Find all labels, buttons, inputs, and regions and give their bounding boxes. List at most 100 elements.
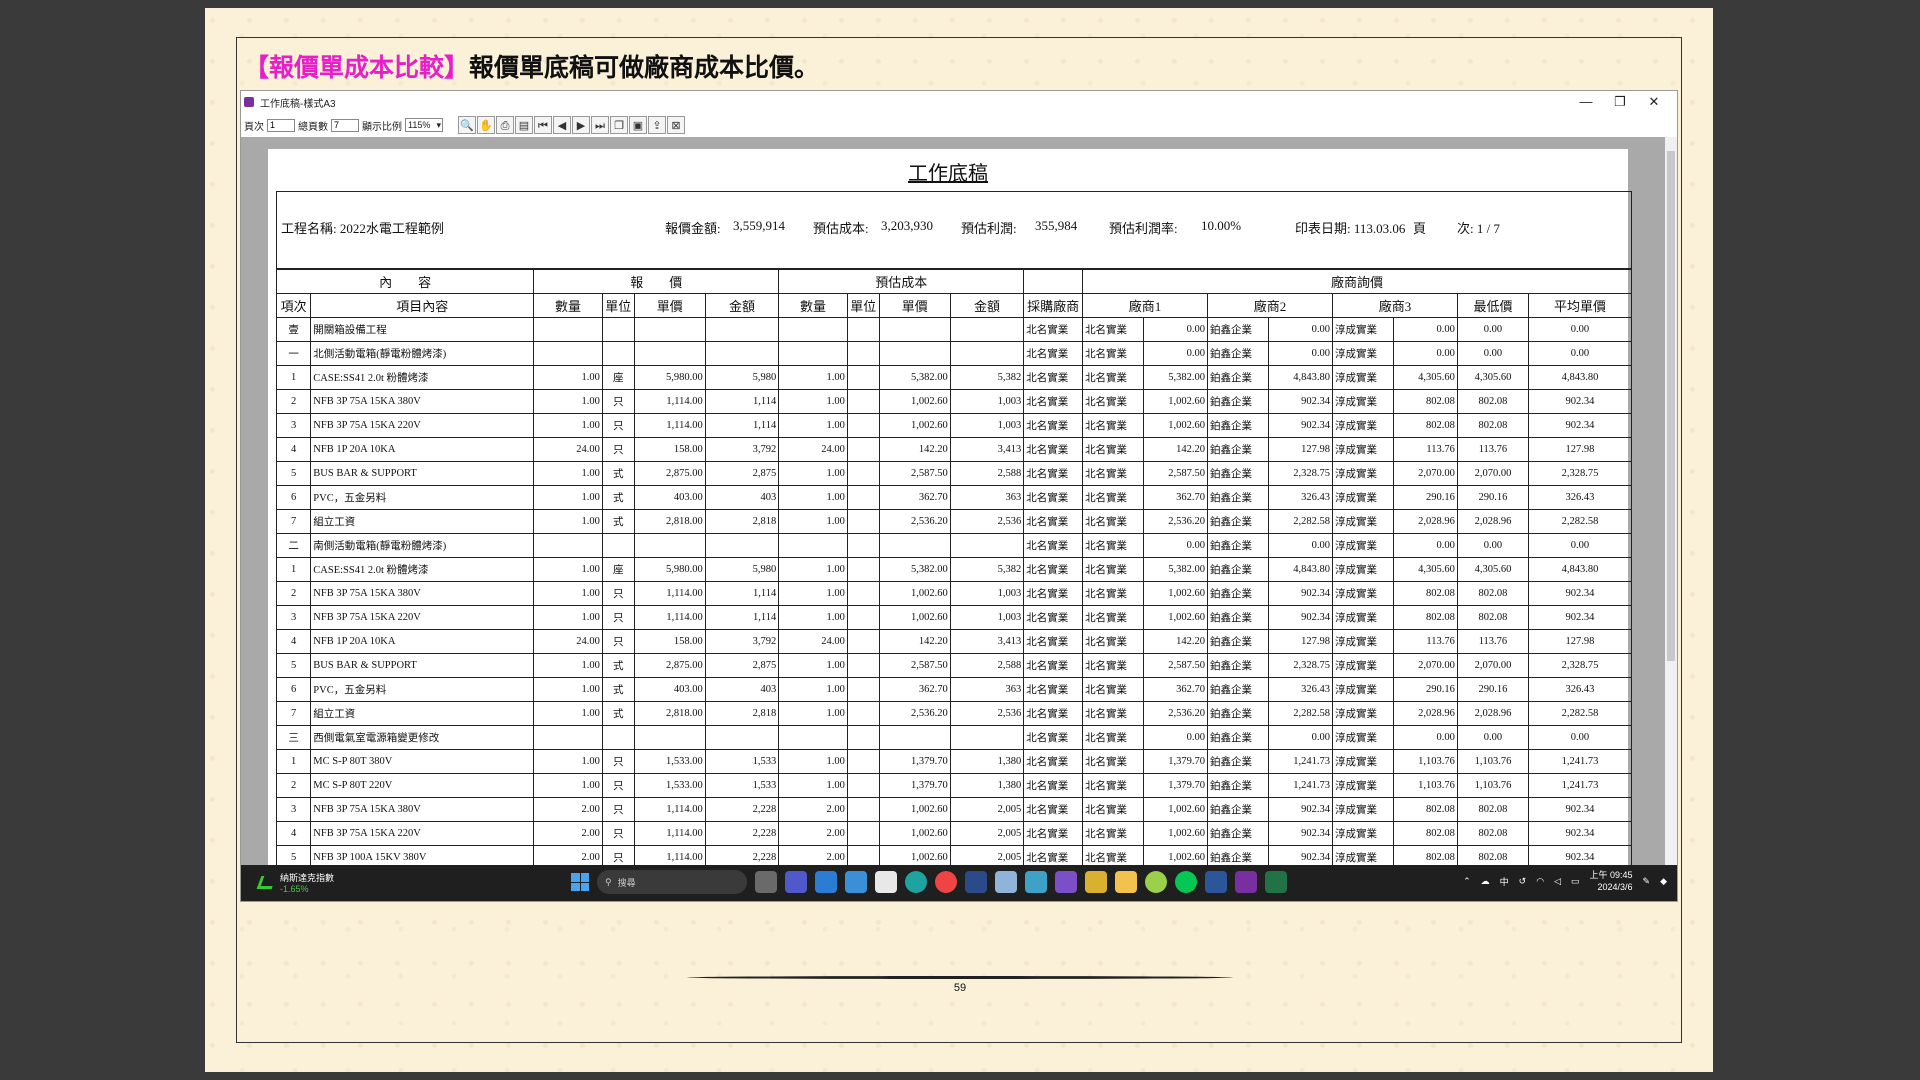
close-button[interactable]: ✕ [1637, 91, 1671, 113]
table-cell: 北名實業 [1082, 845, 1145, 865]
table-cell [846, 581, 880, 606]
print-icon[interactable]: ⎙ [496, 116, 514, 134]
copilot-icon[interactable]: ◆ [1660, 876, 1667, 887]
store-icon[interactable] [875, 871, 897, 893]
table-cell: 1,114.00 [633, 821, 706, 846]
teams-icon[interactable] [785, 871, 807, 893]
zoom-icon[interactable]: 🔍 [458, 116, 476, 134]
table-cell [846, 485, 880, 510]
network-app-icon[interactable] [1025, 871, 1047, 893]
table-cell: NFB 3P 75A 15KA 220V [310, 413, 535, 438]
pdf-icon[interactable]: ▣ [629, 116, 647, 134]
table-cell: 326.43 [1527, 677, 1633, 702]
mail-icon[interactable] [845, 871, 867, 893]
table-cell: 2,228 [704, 845, 780, 865]
window-controls: — ❐ ✕ [1569, 91, 1671, 113]
table-cell: 2,818.00 [633, 701, 706, 726]
table-cell [846, 749, 880, 774]
line-icon[interactable] [1175, 871, 1197, 893]
word-icon[interactable] [1205, 871, 1227, 893]
table-cell: NFB 1P 20A 10KA [310, 437, 535, 462]
windows-start-icon[interactable] [571, 873, 589, 891]
notepad-icon[interactable] [815, 871, 837, 893]
chrome-icon[interactable] [935, 871, 957, 893]
excel-icon[interactable] [1265, 871, 1287, 893]
prev-page-icon[interactable]: ◀ [553, 116, 571, 134]
table-cell: 式 [601, 677, 635, 702]
table-cell: 北名實業 [1082, 701, 1145, 726]
table-cell: 鉑鑫企業 [1207, 485, 1270, 510]
task-view-icon[interactable] [755, 871, 777, 893]
table-cell: 北名實業 [1023, 845, 1084, 865]
stock-widget[interactable]: 納斯達克指數 -1.65% [256, 871, 334, 894]
color-app-icon[interactable] [1145, 871, 1167, 893]
table-cell: 只 [601, 629, 635, 654]
restore-button[interactable]: ❐ [1603, 91, 1637, 113]
table-cell: 0.00 [1143, 341, 1209, 366]
clock[interactable]: 上午 09:45 2024/3/6 [1590, 869, 1633, 893]
last-page-icon[interactable]: ⏭ [591, 116, 609, 134]
col-header-item-no: 項次 [275, 293, 312, 318]
table-cell: 2,028.96 [1456, 701, 1529, 726]
wifi-icon[interactable]: ◠ [1536, 876, 1544, 887]
snipping-icon[interactable] [1085, 871, 1107, 893]
zoom-select[interactable]: 115% [405, 118, 443, 132]
export-icon[interactable]: ⇪ [648, 116, 666, 134]
preview-viewport[interactable]: 工作底稿 工程名稱: 2022水電工程範例 報價金額: 3,559,914 預估… [241, 137, 1677, 865]
volume-icon[interactable]: ◁ [1554, 876, 1561, 887]
exit-icon[interactable]: ⊠ [667, 116, 685, 134]
table-cell [601, 725, 635, 750]
table-cell: 902.34 [1527, 581, 1633, 606]
table-cell: 2,028.96 [1393, 701, 1458, 726]
table-cell: 北名實業 [1082, 509, 1145, 534]
col-header-cost-unit: 單位 [846, 293, 880, 318]
page-input[interactable] [267, 118, 295, 132]
table-cell: 290.16 [1393, 677, 1458, 702]
total-pages-input[interactable] [331, 118, 359, 132]
next-page-icon[interactable]: ▶ [572, 116, 590, 134]
table-cell: 2,005 [949, 797, 1025, 822]
preview-toolbar: 頁次 總頁數 顯示比例 115% 🔍 ✋ ⎙ ▤ ⏮ ◀ ▶ ⏭ ❐ ▣ ⇪ ⊠ [241, 113, 1677, 138]
table-cell: 0.00 [1393, 341, 1458, 366]
table-cell: 1.00 [778, 461, 848, 486]
table-cell: 北名實業 [1082, 461, 1145, 486]
copy-icon[interactable]: ❐ [610, 116, 628, 134]
notification-icon[interactable]: ✎ [1643, 876, 1651, 887]
table-cell [846, 653, 880, 678]
table-cell: 鉑鑫企業 [1207, 677, 1270, 702]
taskbar-search[interactable]: ⚲ 搜尋 [597, 870, 747, 894]
tray-chevron-icon[interactable]: ⌃ [1463, 876, 1471, 887]
edge-icon[interactable] [905, 871, 927, 893]
battery-icon[interactable]: ▭ [1571, 876, 1580, 887]
table-cell: 2,818.00 [633, 509, 706, 534]
table-cell [704, 317, 780, 342]
table-cell: 1.00 [778, 605, 848, 630]
page-icon[interactable]: ▤ [515, 116, 533, 134]
table-cell: 2,588 [949, 653, 1025, 678]
tool-icon[interactable] [965, 871, 987, 893]
onedrive-icon[interactable]: ☁ [1481, 876, 1490, 887]
table-cell: 403 [704, 677, 780, 702]
visual-studio-icon[interactable] [1055, 871, 1077, 893]
table-cell: 1,002.60 [1143, 845, 1209, 865]
file-explorer-icon[interactable] [1115, 871, 1137, 893]
table-cell: 403 [704, 485, 780, 510]
first-page-icon[interactable]: ⏮ [534, 116, 552, 134]
photos-icon[interactable] [995, 871, 1017, 893]
input-language[interactable]: 中 [1500, 875, 1509, 888]
table-cell: 902.34 [1268, 605, 1333, 630]
report-app-icon[interactable] [1235, 871, 1257, 893]
vertical-scrollbar[interactable] [1665, 137, 1677, 865]
table-cell: NFB 3P 75A 15KA 380V [310, 389, 535, 414]
col-header-buyer: 採購廠商 [1023, 293, 1084, 318]
scrollbar-thumb[interactable] [1667, 151, 1675, 661]
report-page: 工作底稿 工程名稱: 2022水電工程範例 報價金額: 3,559,914 預估… [268, 149, 1633, 865]
table-cell: 只 [601, 845, 635, 865]
table-cell: 北名實業 [1082, 773, 1145, 798]
ime-icon[interactable]: ↺ [1519, 876, 1527, 887]
stock-chart-icon [256, 876, 277, 889]
hand-icon[interactable]: ✋ [477, 116, 495, 134]
minimize-button[interactable]: — [1569, 91, 1603, 113]
table-cell: 2,005 [949, 821, 1025, 846]
system-tray: ⌃ ☁ 中 ↺ ◠ ◁ ▭ 上午 09:45 2024/3/6 ✎ ◆ [1463, 869, 1667, 893]
